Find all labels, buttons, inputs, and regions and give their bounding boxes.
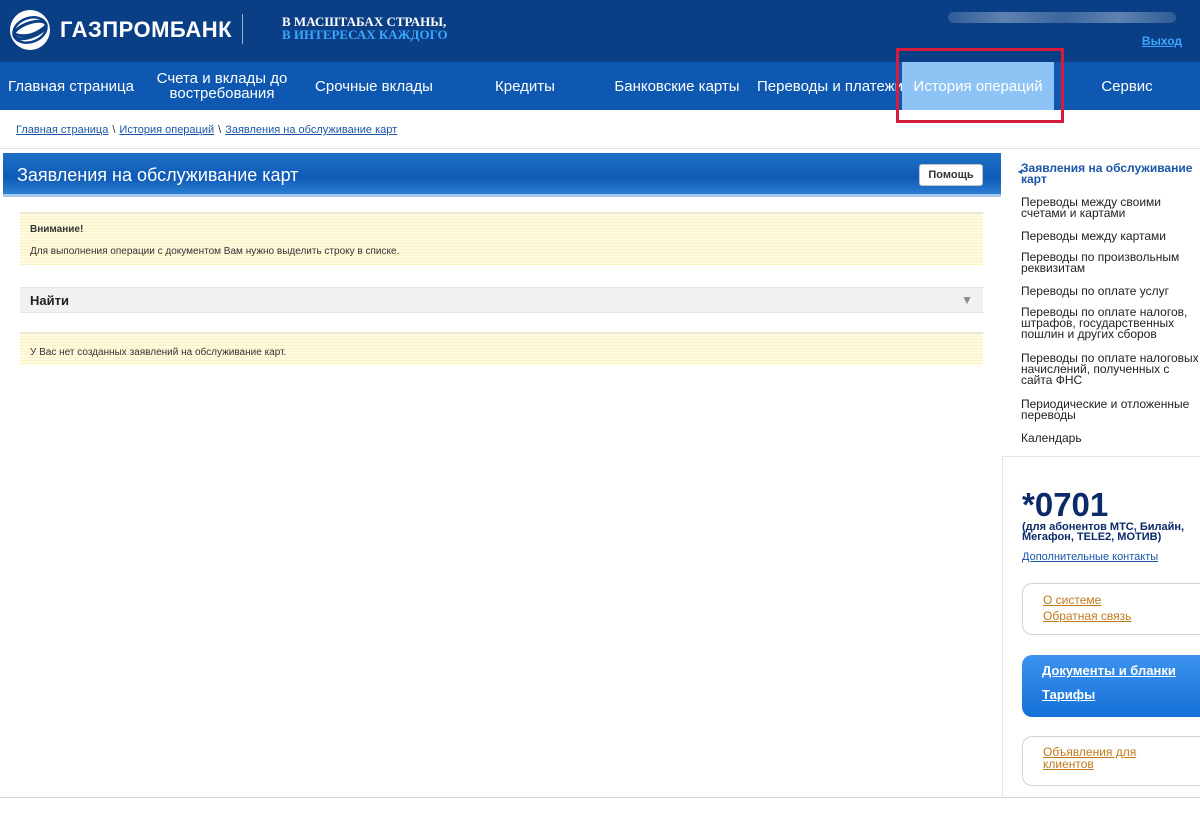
brand-name: ГАЗПРОМБАНК bbox=[60, 17, 233, 42]
breadcrumb-home[interactable]: Главная страница bbox=[16, 124, 108, 136]
nav-item-service[interactable]: Сервис bbox=[1054, 62, 1200, 110]
highlight-annotation bbox=[896, 48, 1064, 123]
slogan: В МАСШТАБАХ СТРАНЫ, В ИНТЕРЕСАХ КАЖДОГО bbox=[282, 15, 448, 41]
breadcrumb-current[interactable]: Заявления на обслуживание карт bbox=[225, 124, 397, 136]
support-phone: *0701 bbox=[1022, 486, 1109, 523]
sidebar-item-tax-payments[interactable]: Переводы по оплате налогов, штрафов, гос… bbox=[1021, 306, 1200, 340]
slogan-line-2: В ИНТЕРЕСАХ КАЖДОГО bbox=[282, 27, 448, 42]
sidebar-item-own-transfers[interactable]: Переводы между своими счетами и картами bbox=[1021, 196, 1200, 219]
feedback-link[interactable]: Обратная связь bbox=[1043, 609, 1131, 623]
system-links-box: О системе Обратная связь bbox=[1022, 583, 1200, 635]
page-title: Заявления на обслуживание карт bbox=[17, 165, 299, 185]
sidebar-item-card-transfers[interactable]: Переводы между картами bbox=[1021, 230, 1200, 242]
divider bbox=[0, 148, 1200, 149]
main-content: Заявления на обслуживание карт Помощь Вн… bbox=[3, 153, 1001, 797]
empty-state-text: У Вас нет созданных заявлений на обслужи… bbox=[30, 347, 287, 358]
contacts-link[interactable]: Дополнительные контакты bbox=[1022, 551, 1158, 563]
nav-item-credits[interactable]: Кредиты bbox=[446, 62, 604, 110]
help-button[interactable]: Помощь bbox=[919, 164, 983, 186]
brand-logo[interactable]: ГАЗПРОМБАНК bbox=[10, 10, 232, 50]
breadcrumb: Главная страница \ История операций \ Заявле… bbox=[16, 124, 397, 136]
footer-divider bbox=[0, 797, 1200, 798]
nav-item-accounts[interactable]: Счета и вклады до востребования bbox=[142, 62, 302, 110]
find-section-toggle[interactable]: Найти ▼ bbox=[20, 287, 983, 313]
notice-text: Для выполнения операции с документом Вам… bbox=[30, 246, 400, 257]
find-label: Найти bbox=[30, 293, 69, 308]
caret-left-icon: ◂ bbox=[1018, 167, 1023, 176]
nav-item-home[interactable]: Главная страница bbox=[0, 62, 142, 110]
documents-link[interactable]: Документы и бланки bbox=[1042, 663, 1176, 678]
notice-box: Внимание! Для выполнения операции с доку… bbox=[20, 212, 983, 265]
sidebar-item-calendar[interactable]: Календарь bbox=[1021, 432, 1200, 444]
notice-title: Внимание! bbox=[30, 224, 84, 235]
support-phone-note: (для абонентов МТС, Билайн, Мегафон, TEL… bbox=[1022, 521, 1185, 543]
sidebar-item-card-applications[interactable]: ◂ Заявления на обслуживание карт bbox=[1018, 161, 1200, 186]
triangle-down-icon[interactable]: ▼ bbox=[961, 293, 973, 307]
header-divider bbox=[242, 14, 243, 44]
logout-link[interactable]: Выход bbox=[1142, 34, 1182, 48]
nav-item-term-deposits[interactable]: Срочные вклады bbox=[302, 62, 446, 110]
ads-link[interactable]: Объявления для клиентов bbox=[1043, 746, 1163, 770]
nav-item-transfers[interactable]: Переводы и платежи bbox=[750, 62, 902, 110]
panel-header: Заявления на обслуживание карт Помощь bbox=[3, 153, 1001, 197]
sidebar-item-arbitrary-transfers[interactable]: Переводы по произвольным реквизитам bbox=[1021, 251, 1200, 274]
nav-item-bank-cards[interactable]: Банковские карты bbox=[604, 62, 750, 110]
sidebar-item-scheduled-transfers[interactable]: Периодические и отложенные переводы bbox=[1021, 398, 1200, 421]
breadcrumb-separator: \ bbox=[112, 124, 116, 136]
documents-box: Документы и бланки Тарифы bbox=[1022, 655, 1200, 717]
empty-state-box: У Вас нет созданных заявлений на обслужи… bbox=[20, 332, 983, 365]
user-name-blurred bbox=[948, 12, 1176, 23]
sidebar-item-service-payments[interactable]: Переводы по оплате услуг bbox=[1021, 285, 1200, 297]
sidebar-item-fns-payments[interactable]: Переводы по оплате налоговых начислений,… bbox=[1021, 352, 1200, 386]
ads-box: Объявления для клиентов bbox=[1022, 736, 1200, 786]
sidebar-item-label: Заявления на обслуживание карт bbox=[1021, 161, 1193, 186]
breadcrumb-separator: \ bbox=[218, 124, 222, 136]
tariffs-link[interactable]: Тарифы bbox=[1042, 687, 1095, 702]
breadcrumb-history[interactable]: История операций bbox=[119, 124, 214, 136]
about-link[interactable]: О системе bbox=[1043, 593, 1101, 607]
globe-icon bbox=[10, 10, 50, 50]
